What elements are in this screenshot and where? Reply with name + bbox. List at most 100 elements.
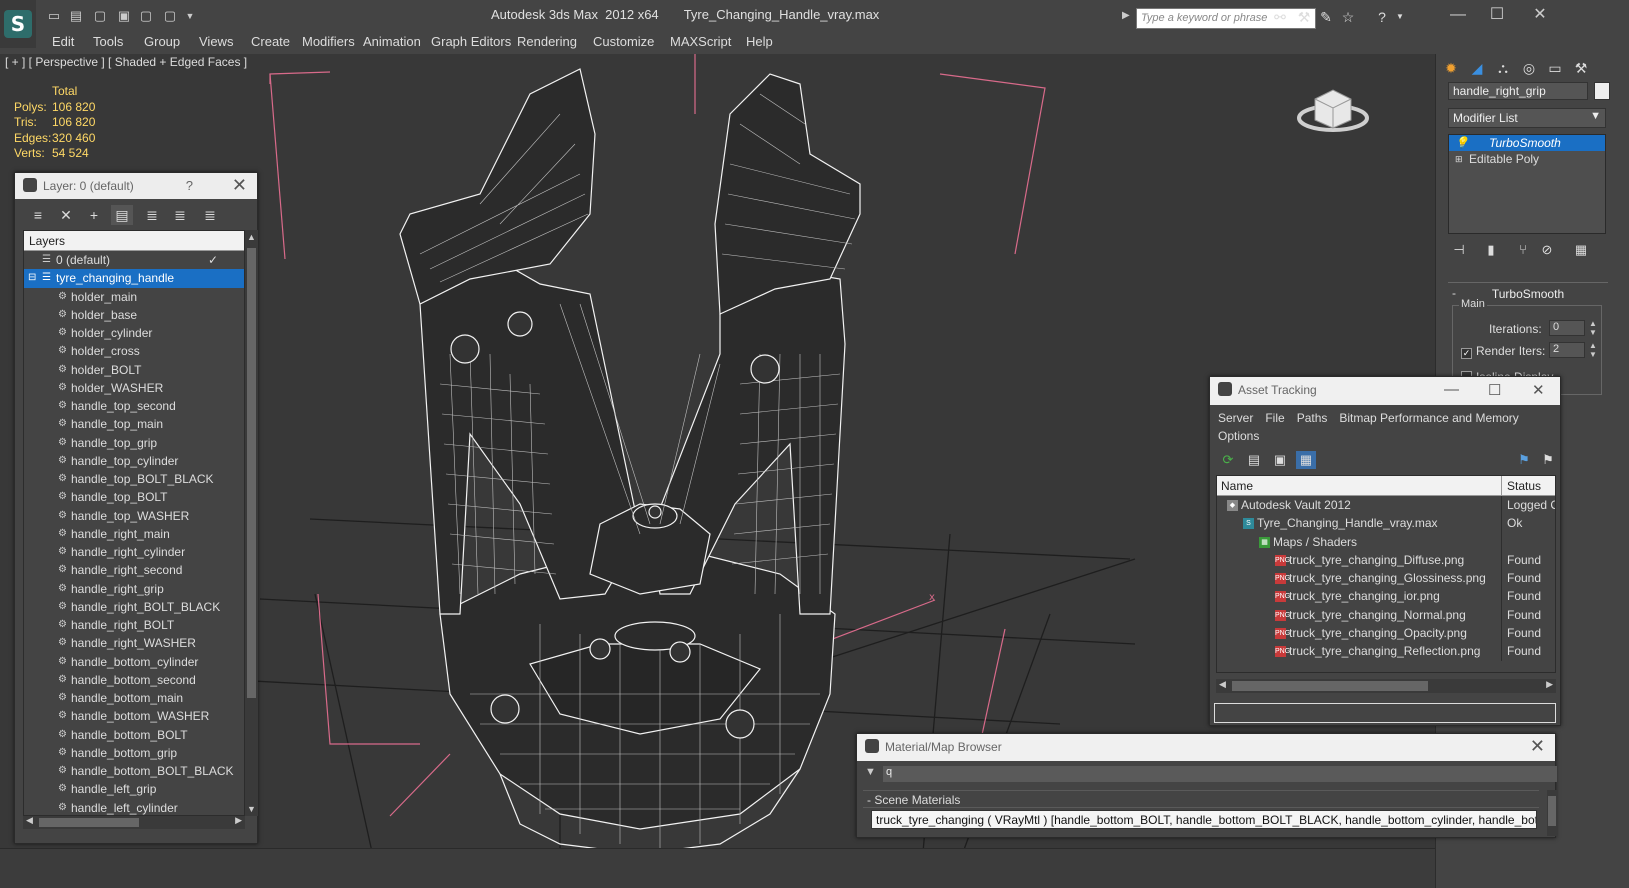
layer-object-row[interactable]: ⚙ handle_right_main — [24, 525, 244, 543]
asset-row[interactable]: PNG truck_tyre_changing_Diffuse.png Found — [1217, 550, 1555, 570]
highlight-layer-icon[interactable]: ≣ — [141, 205, 163, 225]
layer-object-row[interactable]: ⚙ handle_right_second — [24, 561, 244, 579]
minimize-button[interactable]: — — [1443, 4, 1473, 26]
material-titlebar[interactable]: Material/Map Browser ✕ — [857, 734, 1555, 761]
maximize-button[interactable]: ☐ — [1488, 381, 1501, 399]
layer-object-row[interactable]: ⚙ handle_left_cylinder — [24, 799, 244, 816]
help-icon[interactable]: ? — [186, 178, 193, 193]
viewport-label[interactable]: [ + ] [ Perspective ] [ Shaded + Edged F… — [5, 55, 247, 69]
close-button[interactable]: ✕ — [1525, 4, 1555, 26]
menu-animation[interactable]: Animation — [363, 34, 421, 49]
scrollbar-thumb[interactable] — [247, 248, 256, 698]
layer-object-row[interactable]: ⚙ handle_bottom_cylinder — [24, 653, 244, 671]
object-color-swatch[interactable] — [1594, 82, 1610, 100]
material-vertical-scrollbar[interactable] — [1547, 790, 1557, 836]
quick-access-dropdown-icon[interactable]: ▼ — [182, 8, 198, 24]
menu-modifiers[interactable]: Modifiers — [302, 34, 355, 49]
scroll-down-icon[interactable]: ▼ — [247, 804, 256, 814]
help-icon[interactable]: ? — [1372, 8, 1392, 26]
freeze-all-layers-icon[interactable]: ≣ — [199, 205, 221, 225]
scrollbar-thumb[interactable] — [1548, 796, 1556, 826]
layer-object-row[interactable]: ⚙ handle_top_grip — [24, 434, 244, 452]
layer-object-row[interactable]: ⚙ handle_top_BOLT — [24, 488, 244, 506]
asset-row[interactable]: PNG truck_tyre_changing_Normal.png Found — [1217, 605, 1555, 625]
hierarchy-tab-icon[interactable]: ⛬ — [1492, 58, 1514, 78]
layer-row-tyre-changing-handle[interactable]: ⊟ ☰ tyre_changing_handle — [24, 269, 244, 288]
layer-object-row[interactable]: ⚙ handle_top_second — [24, 397, 244, 415]
column-name[interactable]: Name — [1221, 479, 1253, 493]
binoculars-icon[interactable]: ⚯ — [1270, 8, 1290, 26]
project-folder-icon[interactable]: ▣ — [116, 8, 132, 24]
spinner-arrows-icon[interactable]: ▲ ▼ — [1589, 341, 1597, 359]
remove-modifier-icon[interactable]: ⊘ — [1538, 242, 1556, 258]
search-expand-icon[interactable]: ▶ — [1122, 10, 1130, 21]
layer-object-row[interactable]: ⚙ holder_base — [24, 306, 244, 324]
new-file-icon[interactable]: ▢ — [92, 8, 108, 24]
layer-object-row[interactable]: ⚙ holder_cross — [24, 342, 244, 360]
layer-object-row[interactable]: ⚙ handle_top_cylinder — [24, 452, 244, 470]
delete-layer-icon[interactable]: ✕ — [55, 205, 77, 225]
menu-help[interactable]: Help — [746, 34, 773, 49]
iterations-spinner[interactable]: 0 — [1549, 320, 1585, 336]
menu-create[interactable]: Create — [251, 34, 290, 49]
help-dropdown-icon[interactable]: ▼ — [1390, 8, 1410, 26]
scrollbar-thumb[interactable] — [1232, 681, 1428, 691]
menu-rendering[interactable]: Rendering — [517, 34, 577, 49]
layers-column-header[interactable]: Layers — [24, 231, 244, 251]
undo-icon[interactable]: ▢ — [138, 8, 154, 24]
make-unique-icon[interactable]: ⑂ — [1514, 242, 1532, 257]
hide-all-layers-icon[interactable]: ≣ — [169, 205, 191, 225]
scroll-right-icon[interactable]: ▶ — [235, 815, 242, 826]
layer-object-row[interactable]: ⚙ handle_right_cylinder — [24, 543, 244, 561]
asset-row[interactable]: ▦ Maps / Shaders — [1217, 532, 1555, 551]
layer-object-row[interactable]: ⚙ handle_bottom_main — [24, 689, 244, 707]
asset-menu-file[interactable]: File — [1265, 411, 1284, 425]
asset-menu-options[interactable]: Options — [1218, 429, 1259, 443]
menu-maxscript[interactable]: MAXScript — [670, 34, 731, 49]
asset-path-field[interactable] — [1214, 703, 1556, 723]
thumbnail-view-icon[interactable]: ▣ — [1270, 451, 1290, 469]
menu-group[interactable]: Group — [144, 34, 180, 49]
asset-row[interactable]: S Tyre_Changing_Handle_vray.max Ok — [1217, 514, 1555, 533]
close-icon[interactable]: ✕ — [1530, 736, 1545, 757]
modifier-list-dropdown[interactable]: Modifier List ▼ — [1448, 108, 1606, 128]
modify-tab-icon[interactable]: ◢ — [1466, 58, 1488, 78]
new-layer-icon[interactable]: ≡ — [27, 205, 49, 225]
app-menu-button[interactable]: S — [0, 0, 36, 48]
layer-object-row[interactable]: ⚙ handle_bottom_WASHER — [24, 707, 244, 725]
layer-object-row[interactable]: ⚙ handle_right_BOLT_BLACK — [24, 598, 244, 616]
layer-object-row[interactable]: ⚙ handle_left_grip — [24, 780, 244, 798]
asset-titlebar[interactable]: Asset Tracking — ☐ ✕ — [1210, 377, 1560, 405]
redo-icon[interactable]: ▢ — [162, 8, 178, 24]
scroll-right-icon[interactable]: ▶ — [1546, 679, 1553, 690]
asset-menu-paths[interactable]: Paths — [1297, 411, 1328, 425]
layer-object-row[interactable]: ⚙ holder_WASHER — [24, 379, 244, 397]
material-search-input[interactable]: q — [883, 766, 1557, 782]
spinner-arrows-icon[interactable]: ▲ ▼ — [1589, 319, 1597, 337]
layer-object-row[interactable]: ⚙ handle_right_BOLT — [24, 616, 244, 634]
minimize-button[interactable]: — — [1444, 381, 1459, 398]
rollout-collapse-icon[interactable]: - — [1452, 286, 1456, 300]
add-to-layer-icon[interactable]: + — [83, 205, 105, 225]
layer-object-row[interactable]: ⚙ holder_main — [24, 288, 244, 306]
layer-object-row[interactable]: ⚙ handle_top_WASHER — [24, 507, 244, 525]
scroll-left-icon[interactable]: ◀ — [1219, 679, 1226, 690]
menu-edit[interactable]: Edit — [52, 34, 74, 49]
scroll-left-icon[interactable]: ◀ — [26, 815, 33, 826]
utilities-tab-icon[interactable]: ⚒ — [1570, 58, 1592, 78]
view-cube[interactable] — [1297, 89, 1369, 132]
stack-item-turbosmooth[interactable]: 💡 TurboSmooth — [1449, 135, 1605, 151]
layer-object-row[interactable]: ⚙ handle_right_grip — [24, 580, 244, 598]
asset-row[interactable]: PNG truck_tyre_changing_Reflection.png Fou… — [1217, 642, 1555, 661]
layer-panel-titlebar[interactable]: Layer: 0 (default) ? ✕ — [15, 173, 257, 199]
layer-object-row[interactable]: ⚙ handle_bottom_grip — [24, 744, 244, 762]
scroll-up-icon[interactable]: ▲ — [247, 232, 256, 242]
current-layer-check-icon[interactable]: ✓ — [208, 251, 218, 269]
settings-query-icon[interactable]: ⚑ — [1538, 451, 1558, 469]
column-status[interactable]: Status — [1507, 479, 1541, 493]
configure-sets-icon[interactable]: ▦ — [1572, 242, 1590, 258]
object-name-field[interactable]: handle_right_grip — [1448, 82, 1588, 100]
scene-materials-group[interactable]: - Scene Materials — [863, 790, 1539, 808]
display-tab-icon[interactable]: ▭ — [1544, 58, 1566, 78]
layer-horizontal-scrollbar[interactable]: ◀ ▶ — [23, 815, 245, 829]
